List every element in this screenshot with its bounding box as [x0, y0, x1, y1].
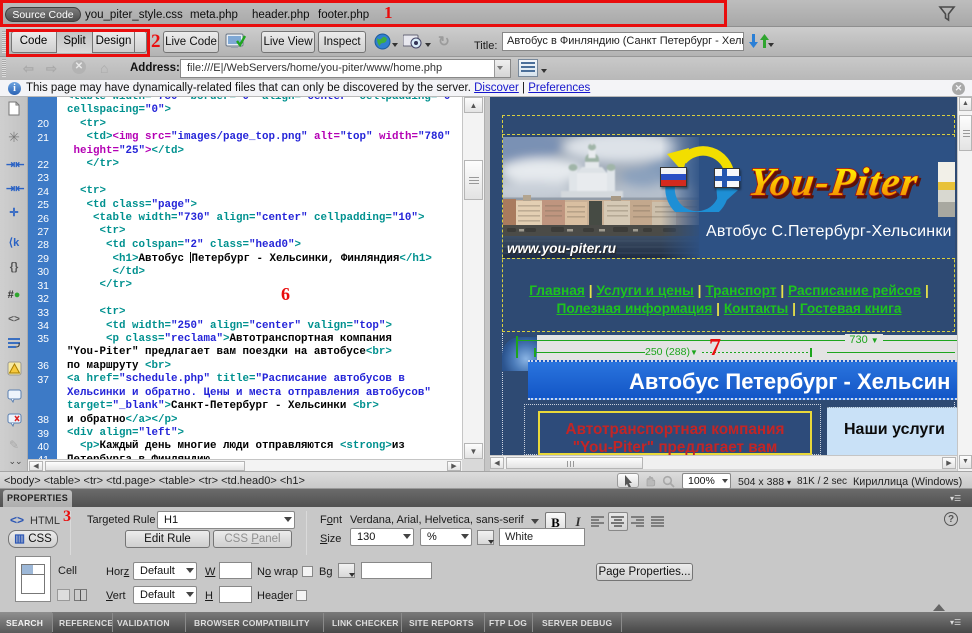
svg-text:You-Piter: You-Piter — [747, 159, 920, 204]
